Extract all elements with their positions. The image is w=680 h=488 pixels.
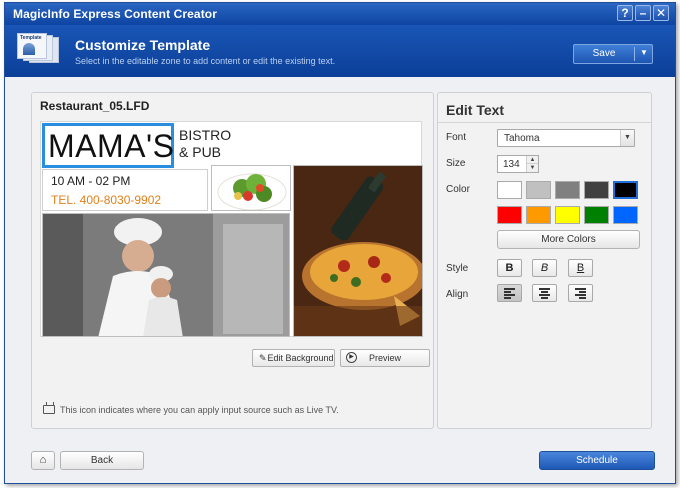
- file-name: Restaurant_05.LFD: [40, 99, 150, 113]
- color-swatch[interactable]: [555, 206, 580, 224]
- chevron-down-icon[interactable]: ▼: [620, 130, 634, 146]
- edit-background-label: Edit Background: [267, 353, 334, 363]
- color-swatch[interactable]: [497, 181, 522, 199]
- template-canvas[interactable]: MAMA'S BISTRO & PUB 10 AM - 02 PM TEL. 4…: [40, 121, 423, 337]
- home-button[interactable]: ⌂: [31, 451, 55, 470]
- save-button[interactable]: Save ▼: [573, 44, 653, 64]
- color-swatch[interactable]: [613, 206, 638, 224]
- color-swatch[interactable]: [584, 181, 609, 199]
- save-button-label: Save: [592, 48, 616, 59]
- page-header: Template Customize Template Select in th…: [5, 25, 675, 77]
- window-title: MagicInfo Express Content Creator: [13, 7, 218, 21]
- underline-button[interactable]: B: [568, 259, 593, 277]
- align-right-icon: [575, 288, 586, 299]
- edit-text-title: Edit Text: [446, 102, 505, 118]
- color-swatch[interactable]: [526, 206, 551, 224]
- font-value: Tahoma: [504, 133, 540, 144]
- divider: [438, 122, 651, 123]
- template-preview-panel: Restaurant_05.LFD MAMA'S BISTRO & PUB 10…: [31, 92, 434, 429]
- schedule-button[interactable]: Schedule: [539, 451, 655, 470]
- home-icon: ⌂: [39, 454, 47, 466]
- color-swatch[interactable]: [526, 181, 551, 199]
- spin-down-icon[interactable]: ▼: [526, 164, 538, 172]
- align-center-icon: [539, 288, 550, 299]
- align-right-button[interactable]: [568, 284, 593, 302]
- align-label: Align: [446, 289, 469, 300]
- save-dropdown-chevron-icon[interactable]: ▼: [640, 48, 648, 57]
- spin-up-icon[interactable]: ▲: [526, 156, 538, 164]
- salad-image[interactable]: [211, 165, 291, 211]
- more-colors-button[interactable]: More Colors: [497, 230, 640, 249]
- color-swatch[interactable]: [613, 181, 638, 199]
- color-swatch[interactable]: [555, 181, 580, 199]
- size-stepper[interactable]: 134 ▲ ▼: [497, 155, 539, 173]
- back-button[interactable]: Back: [60, 451, 144, 470]
- tagline-text-zone[interactable]: BISTRO & PUB: [179, 127, 231, 161]
- edit-text-panel: Edit Text Font Tahoma ▼ Size 134 ▲ ▼ Col…: [437, 92, 652, 429]
- pizza-image[interactable]: [293, 165, 423, 337]
- hours-text: 10 AM - 02 PM: [51, 174, 131, 188]
- tv-note: This icon indicates where you can apply …: [60, 405, 339, 415]
- info-text-zone[interactable]: 10 AM - 02 PM TEL. 400-8030-9902: [42, 169, 208, 211]
- color-swatch[interactable]: [584, 206, 609, 224]
- app-window: MagicInfo Express Content Creator ? – ✕ …: [4, 2, 676, 484]
- preview-label: Preview: [368, 353, 401, 363]
- title-bar: MagicInfo Express Content Creator ? – ✕: [5, 3, 675, 25]
- page-title: Customize Template: [75, 37, 211, 53]
- page-subtitle: Select in the editable zone to add conte…: [75, 56, 336, 66]
- font-label: Font: [446, 132, 467, 143]
- size-label: Size: [446, 158, 466, 169]
- align-left-button[interactable]: [497, 284, 522, 302]
- chef-image[interactable]: [42, 213, 290, 337]
- tel-text: TEL. 400-8030-9902: [51, 193, 162, 207]
- style-label: Style: [446, 263, 469, 274]
- edit-background-button[interactable]: ✎ Edit Background: [252, 349, 335, 367]
- help-button[interactable]: ?: [617, 5, 633, 21]
- logo-text-zone[interactable]: MAMA'S: [42, 123, 174, 168]
- logo-text: MAMA'S: [48, 128, 175, 164]
- size-value: 134: [503, 159, 520, 170]
- italic-button[interactable]: B: [532, 259, 557, 277]
- align-left-icon: [504, 288, 515, 299]
- minimize-button[interactable]: –: [635, 5, 651, 21]
- color-swatch[interactable]: [497, 206, 522, 224]
- align-center-button[interactable]: [532, 284, 557, 302]
- bold-button[interactable]: B: [497, 259, 522, 277]
- tv-icon: [43, 405, 55, 414]
- close-button[interactable]: ✕: [653, 5, 669, 21]
- preview-button[interactable]: ▶ Preview: [340, 349, 430, 367]
- template-stack-icon: Template: [17, 33, 59, 65]
- font-select[interactable]: Tahoma ▼: [497, 129, 635, 147]
- color-label: Color: [446, 184, 470, 195]
